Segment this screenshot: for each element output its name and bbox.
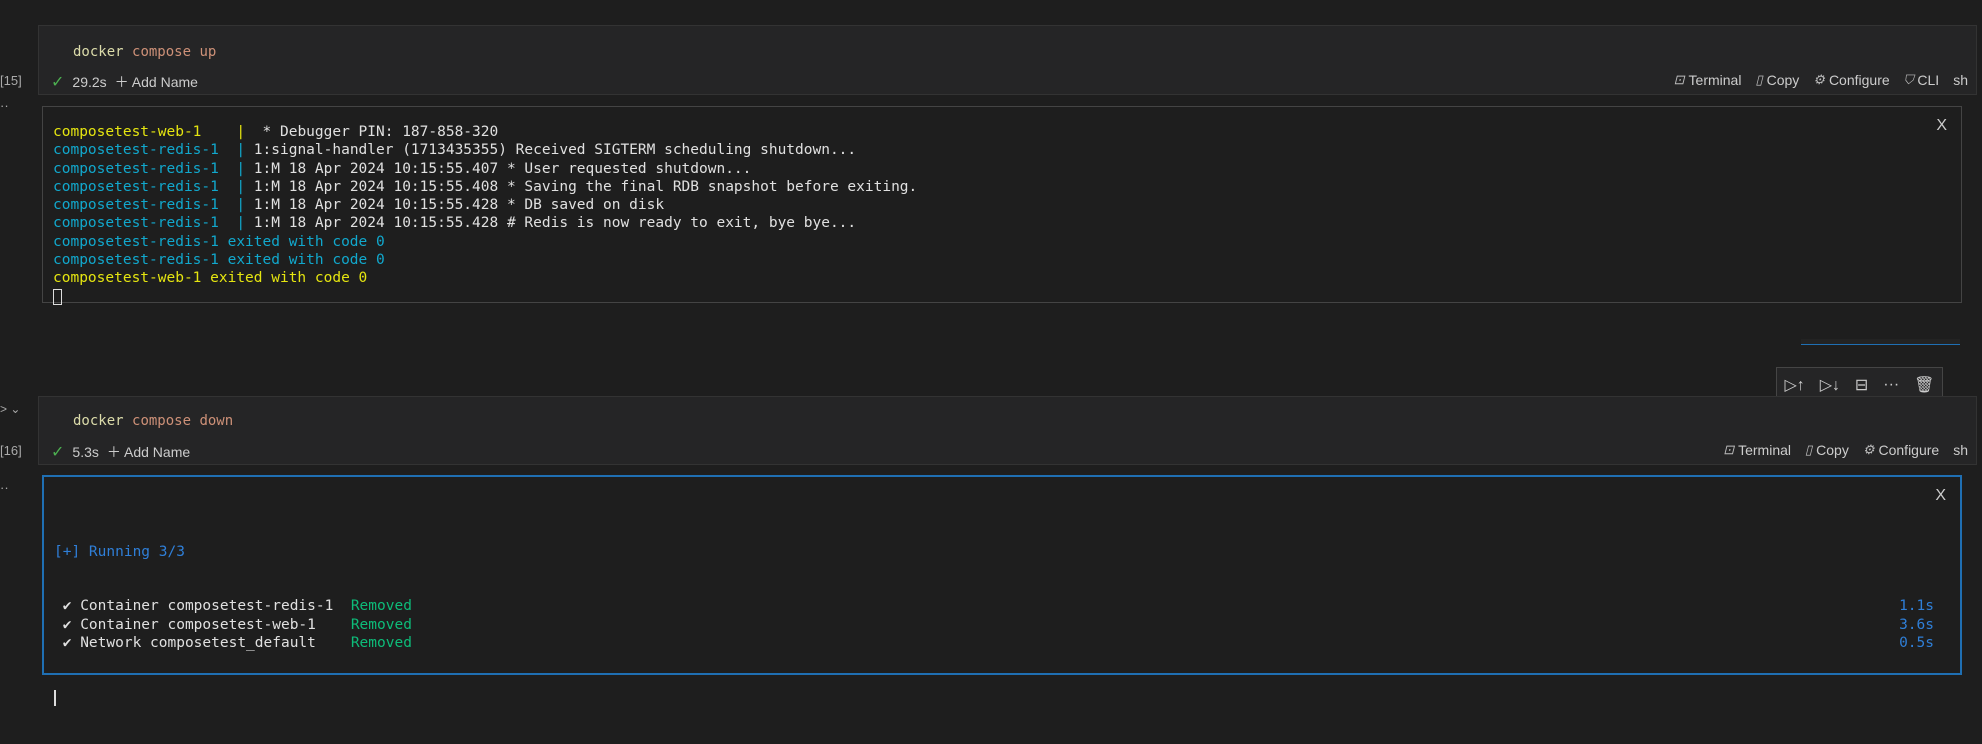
label: sh <box>1953 442 1968 458</box>
label: Copy <box>1766 72 1800 88</box>
log-text: 1:M 18 Apr 2024 10:15:55.407 * User requ… <box>245 160 752 177</box>
log-line: composetest-redis-1 | 1:M 18 Apr 2024 10… <box>53 196 917 214</box>
add-name-button[interactable]: ＋ Add Name <box>115 72 198 92</box>
status-row: ✔ Container composetest-web-1 Removed 3.6… <box>54 616 1934 634</box>
row-label: ✔ Container composetest-web-1 <box>54 616 351 633</box>
terminal-icon: ⊡ <box>1673 72 1685 87</box>
terminal-icon: ⊡ <box>1723 442 1735 457</box>
copy-icon: ▯ <box>1805 442 1813 457</box>
terminal-button[interactable]: ⊡ Terminal <box>1674 72 1742 88</box>
close-icon[interactable]: X <box>1936 117 1947 135</box>
output-more-icon[interactable]: ·· <box>0 480 9 495</box>
cell-editor-2[interactable]: docker compose down ✓ 5.3s ＋ Add Name ⊡ T… <box>38 396 1977 465</box>
scroll-indicator <box>1801 339 1960 345</box>
status-row: ✔ Network composetest_default Removed 0.5… <box>54 634 1934 652</box>
log-line: composetest-web-1 exited with code 0 <box>53 269 917 287</box>
label: sh <box>1953 72 1968 88</box>
success-check-icon: ✓ <box>51 444 65 461</box>
configure-button[interactable]: ⚙ Configure <box>1813 72 1889 88</box>
label: Terminal <box>1688 72 1742 88</box>
more-icon[interactable]: ··· <box>1883 376 1899 394</box>
label: Copy <box>1816 442 1849 458</box>
log-text: * Debugger PIN: 187-858-320 <box>245 124 499 140</box>
command-program: docker <box>73 413 124 429</box>
split-cell-icon[interactable]: ⊟ <box>1855 375 1868 395</box>
log-prefix: composetest-web-1 | <box>53 124 246 140</box>
log-prefix: composetest-redis-1 exited with code 0 <box>53 233 385 250</box>
label: Configure <box>1878 442 1940 458</box>
language-sh[interactable]: sh <box>1953 72 1968 88</box>
row-label: ✔ Network composetest_default <box>54 635 351 652</box>
log-prefix: composetest-redis-1 | <box>53 178 246 195</box>
add-name-button[interactable]: ＋ Add Name <box>107 442 190 462</box>
terminal-button[interactable]: ⊡ Terminal <box>1723 442 1791 458</box>
row-time: 3.6s <box>1899 616 1934 633</box>
copy-button[interactable]: ▯ Copy <box>1755 72 1799 88</box>
log-prefix: composetest-web-1 exited with code 0 <box>53 270 368 287</box>
add-name-label: Add Name <box>124 444 191 460</box>
log-text: 1:M 18 Apr 2024 10:15:55.408 * Saving th… <box>245 178 918 195</box>
terminal-output: composetest-web-1 | * Debugger PIN: 187-… <box>53 123 917 306</box>
label: Terminal <box>1738 442 1791 458</box>
command-args: compose up <box>132 44 217 60</box>
log-text: 1:signal-handler (1713435355) Received S… <box>245 142 857 159</box>
command-args: compose down <box>132 413 234 429</box>
log-line: composetest-redis-1 exited with code 0 <box>53 251 917 269</box>
cell-output-2: X [+] Running 3/3 ✔ Container composetes… <box>42 475 1962 706</box>
cell-output-1: X composetest-web-1 | * Debugger PIN: 18… <box>42 106 1962 306</box>
log-prefix: composetest-redis-1 | <box>53 197 246 214</box>
cli-icon: ⛉ <box>1903 72 1914 87</box>
close-icon[interactable]: X <box>1935 487 1946 505</box>
log-prefix: composetest-redis-1 | <box>53 142 246 159</box>
duration: 5.3s <box>72 444 99 460</box>
language-sh[interactable]: sh <box>1953 442 1968 458</box>
log-prefix: composetest-redis-1 | <box>53 160 246 177</box>
log-line: composetest-redis-1 | 1:M 18 Apr 2024 10… <box>53 178 917 196</box>
running-header: [+] Running 3/3 <box>54 543 185 560</box>
label: CLI <box>1917 72 1940 88</box>
gear-icon: ⚙ <box>1862 442 1875 457</box>
execution-count: [16] <box>0 443 22 458</box>
command-text: docker compose up <box>73 44 216 60</box>
log-line: composetest-redis-1 | 1:M 18 Apr 2024 10… <box>53 214 917 232</box>
copy-icon: ▯ <box>1755 72 1763 87</box>
configure-button[interactable]: ⚙ Configure <box>1863 442 1939 458</box>
command-program: docker <box>73 44 124 60</box>
log-text: 1:M 18 Apr 2024 10:15:55.428 * DB saved … <box>245 197 665 214</box>
row-label: ✔ Container composetest-redis-1 <box>54 598 351 615</box>
add-name-label: Add Name <box>131 74 198 90</box>
log-line: composetest-redis-1 | 1:M 18 Apr 2024 10… <box>53 160 917 178</box>
terminal-output: [+] Running 3/3 ✔ Container composetest-… <box>54 506 1934 744</box>
trash-icon[interactable]: 🗑 <box>1914 375 1934 395</box>
log-prefix: composetest-redis-1 | <box>53 215 246 232</box>
run-chevron-icon[interactable]: > ⌄ <box>0 402 20 416</box>
row-status: Removed <box>350 635 412 652</box>
success-check-icon: ✓ <box>51 74 65 91</box>
log-text: 1:M 18 Apr 2024 10:15:55.428 # Redis is … <box>245 215 857 232</box>
log-line: composetest-web-1 | * Debugger PIN: 187-… <box>53 123 917 141</box>
command-text: docker compose down <box>73 413 233 429</box>
row-time: 0.5s <box>1899 635 1934 652</box>
row-status: Removed <box>350 598 412 615</box>
cli-button[interactable]: ⛉ CLI <box>1904 72 1940 88</box>
execution-count: [15] <box>0 73 22 88</box>
text-cursor <box>54 689 56 706</box>
gear-icon: ⚙ <box>1813 72 1825 87</box>
label: Configure <box>1828 72 1890 88</box>
status-row: ✔ Container composetest-redis-1 Removed 1… <box>54 597 1934 615</box>
output-more-icon[interactable]: ·· <box>0 98 9 113</box>
copy-button[interactable]: ▯ Copy <box>1805 442 1849 458</box>
log-line: composetest-redis-1 | 1:signal-handler (… <box>53 141 917 159</box>
duration: 29.2s <box>72 74 107 90</box>
terminal-cursor <box>53 288 62 305</box>
run-below-icon[interactable]: ▷↓ <box>1820 375 1840 395</box>
log-prefix: composetest-redis-1 exited with code 0 <box>53 252 385 269</box>
log-line: composetest-redis-1 exited with code 0 <box>53 233 917 251</box>
cell-editor-1[interactable]: docker compose up ✓ 29.2s ＋ Add Name ⊡ Te… <box>38 25 1977 95</box>
row-time: 1.1s <box>1899 598 1934 615</box>
row-status: Removed <box>350 616 412 633</box>
run-above-icon[interactable]: ▷↑ <box>1784 375 1804 395</box>
